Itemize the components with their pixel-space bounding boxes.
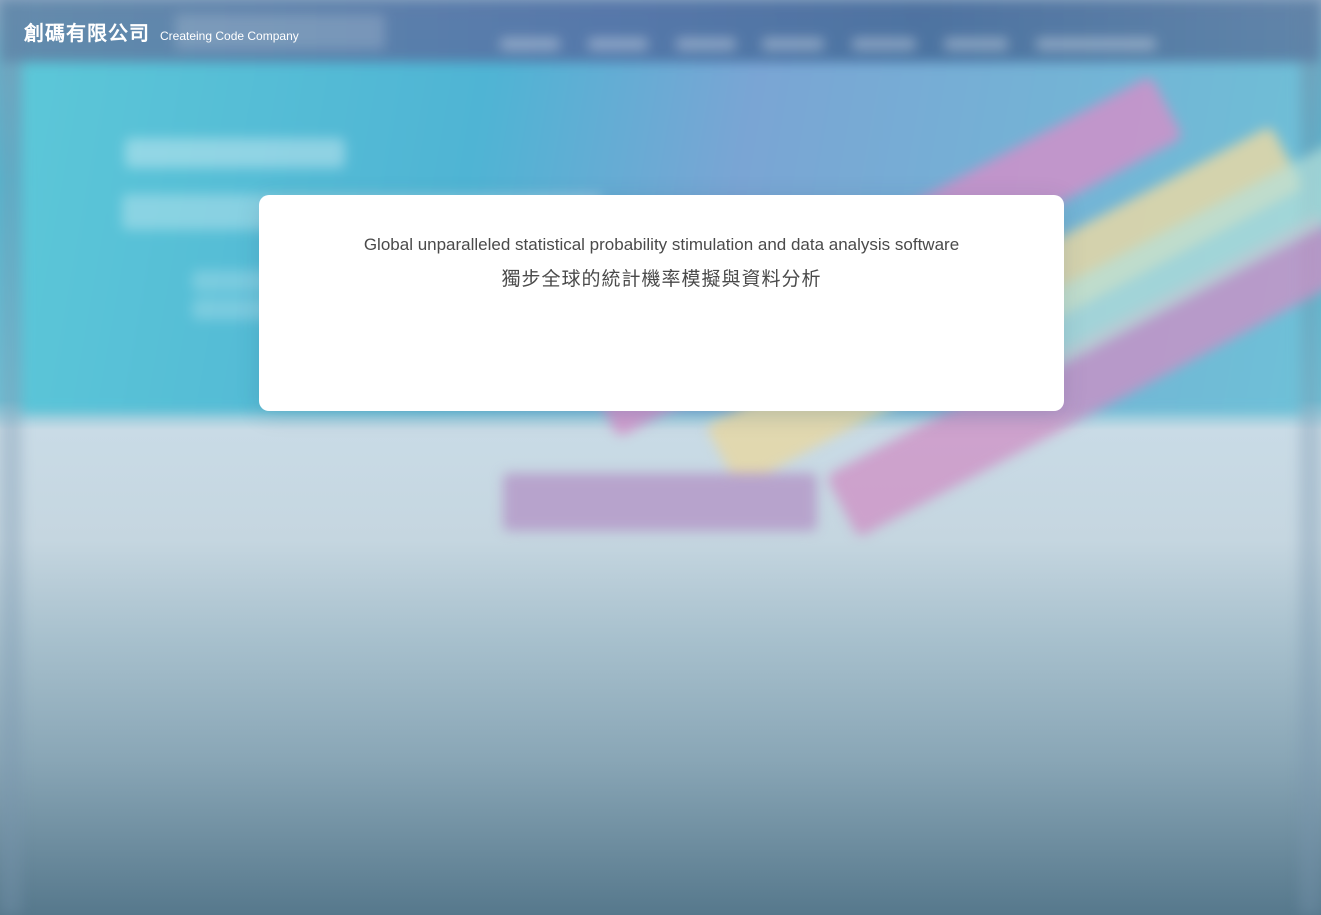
intro-modal[interactable]: Global unparalleled statistical probabil…: [259, 195, 1064, 411]
brand-name-english: Createing Code Company: [160, 29, 299, 43]
background-nav-item: [762, 38, 824, 50]
background-nav-item: [1036, 38, 1156, 50]
background-left-edge: [0, 0, 22, 915]
page: 創碼有限公司 Createing Code Company Global unp…: [0, 0, 1321, 915]
background-nav-item: [588, 38, 648, 50]
background-nav-item: [852, 38, 916, 50]
background-hero-heading: [125, 138, 345, 168]
blurred-background: [0, 0, 1321, 915]
brand-header[interactable]: 創碼有限公司 Createing Code Company: [24, 17, 299, 46]
modal-message-english: Global unparalleled statistical probabil…: [363, 235, 960, 254]
background-right-edge: [1299, 0, 1321, 915]
modal-message-chinese: 獨步全球的統計機率模擬與資料分析: [501, 268, 822, 290]
background-nav-item: [500, 38, 560, 50]
background-nav-item: [944, 38, 1008, 50]
background-nav-item: [676, 38, 736, 50]
background-button: [503, 473, 817, 531]
brand-name-chinese: 創碼有限公司: [24, 21, 150, 45]
